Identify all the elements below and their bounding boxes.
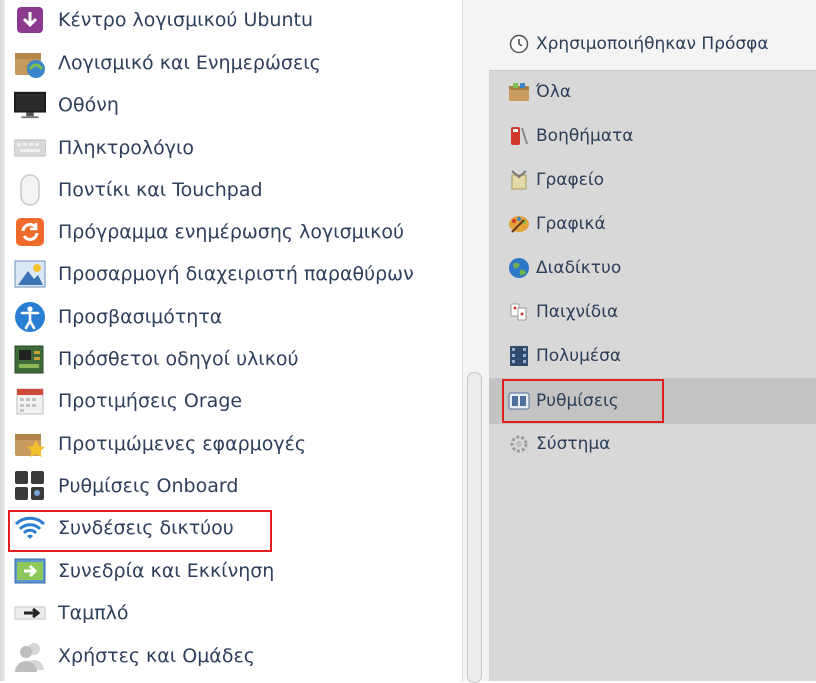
category-graphics[interactable]: Γραφικά xyxy=(508,206,606,242)
app-item-software-center[interactable]: Κέντρο λογισμικού Ubuntu xyxy=(14,0,313,40)
system-gear-icon xyxy=(508,433,530,455)
category-label: Διαδίκτυο xyxy=(536,258,622,278)
app-item-orage-preferences[interactable]: Προτιμήσεις Orage xyxy=(14,381,242,421)
highlight-box-network-connections xyxy=(8,510,272,552)
list-left-border xyxy=(0,0,5,681)
office-icon xyxy=(508,169,530,191)
category-label: Πολυμέσα xyxy=(536,346,622,366)
app-label: Ποντίκι και Touchpad xyxy=(58,179,263,201)
category-label: Παιχνίδια xyxy=(536,302,619,322)
app-item-users-groups[interactable]: Χρήστες και Ομάδες xyxy=(14,636,255,676)
app-item-display[interactable]: Οθόνη xyxy=(14,85,119,125)
app-item-software-updates[interactable]: Λογισμικό και Ενημερώσεις xyxy=(14,43,321,83)
app-label: Ταμπλό xyxy=(58,602,129,624)
app-label: Πληκτρολόγιο xyxy=(58,137,195,159)
app-item-keyboard[interactable]: Πληκτρολόγιο xyxy=(14,128,194,168)
calendar-icon xyxy=(14,385,46,417)
category-label: Γραφείο xyxy=(536,170,605,190)
app-label: Προτιμήσεις Orage xyxy=(58,390,243,412)
category-label: Σύστημα xyxy=(536,434,611,454)
update-manager-icon xyxy=(14,216,46,248)
session-startup-icon xyxy=(14,555,46,587)
software-center-icon xyxy=(14,4,46,36)
app-label: Πρόγραμμα ενημέρωσης λογισμικού xyxy=(58,221,404,243)
app-item-preferred-applications[interactable]: Προτιμώμενες εφαρμογές xyxy=(14,424,306,464)
panel-icon xyxy=(14,597,46,629)
category-label: Χρησιμοποιήθηκαν Πρόσφα xyxy=(536,34,769,54)
application-list: Κέντρο λογισμικού Ubuntu Λογισμικό και Ε… xyxy=(0,0,462,681)
graphics-icon xyxy=(508,213,530,235)
monitor-icon xyxy=(14,89,46,121)
app-item-additional-drivers[interactable]: Πρόσθετοι οδηγοί υλικού xyxy=(14,339,299,379)
app-item-session-startup[interactable]: Συνεδρία και Εκκίνηση xyxy=(14,551,274,591)
preferred-apps-icon xyxy=(14,428,46,460)
multimedia-icon xyxy=(508,345,530,367)
app-item-mouse-touchpad[interactable]: Ποντίκι και Touchpad xyxy=(14,170,263,210)
category-multimedia[interactable]: Πολυμέσα xyxy=(508,338,621,374)
app-label: Οθόνη xyxy=(58,94,119,116)
users-icon xyxy=(14,640,46,672)
onboard-keyboard-icon xyxy=(14,470,46,502)
software-updates-icon xyxy=(14,47,46,79)
category-system[interactable]: Σύστημα xyxy=(508,426,610,462)
app-item-window-manager[interactable]: Προσαρμογή διαχειριστή παραθύρων xyxy=(14,254,414,294)
category-label: Γραφικά xyxy=(536,214,606,234)
mouse-icon xyxy=(14,174,46,206)
hardware-drivers-icon xyxy=(14,343,46,375)
category-office[interactable]: Γραφείο xyxy=(508,162,604,198)
app-label: Χρήστες και Ομάδες xyxy=(58,645,255,667)
category-accessories[interactable]: Βοηθήματα xyxy=(508,118,633,154)
app-label: Λογισμικό και Ενημερώσεις xyxy=(58,52,321,74)
app-item-update-manager[interactable]: Πρόγραμμα ενημέρωσης λογισμικού xyxy=(14,212,404,252)
category-recently-used[interactable]: Χρησιμοποιήθηκαν Πρόσφα xyxy=(508,26,769,62)
scrollbar-thumb[interactable] xyxy=(467,372,482,683)
app-label: Προσαρμογή διαχειριστή παραθύρων xyxy=(58,263,414,285)
category-all[interactable]: Όλα xyxy=(508,74,571,110)
highlight-box-settings xyxy=(502,379,664,423)
category-label: Όλα xyxy=(536,82,572,102)
category-label: Βοηθήματα xyxy=(536,126,634,146)
category-internet[interactable]: Διαδίκτυο xyxy=(508,250,621,286)
app-label: Ρυθμίσεις Onboard xyxy=(58,475,239,497)
window-manager-icon xyxy=(14,258,46,290)
accessories-icon xyxy=(508,125,530,147)
app-item-onboard-settings[interactable]: Ρυθμίσεις Onboard xyxy=(14,466,238,506)
accessibility-icon xyxy=(14,301,46,333)
games-icon xyxy=(508,301,530,323)
app-label: Προτιμώμενες εφαρμογές xyxy=(58,433,307,455)
app-label: Κέντρο λογισμικού Ubuntu xyxy=(58,9,314,31)
app-label: Συνεδρία και Εκκίνηση xyxy=(58,560,275,582)
app-item-accessibility[interactable]: Προσβασιμότητα xyxy=(14,297,222,337)
app-label: Προσβασιμότητα xyxy=(58,306,223,328)
all-apps-icon xyxy=(508,81,530,103)
internet-globe-icon xyxy=(508,257,530,279)
keyboard-icon xyxy=(14,132,46,164)
app-item-panel[interactable]: Ταμπλό xyxy=(14,593,129,633)
clock-icon xyxy=(508,33,530,55)
category-games[interactable]: Παιχνίδια xyxy=(508,294,618,330)
app-label: Πρόσθετοι οδηγοί υλικού xyxy=(58,348,299,370)
